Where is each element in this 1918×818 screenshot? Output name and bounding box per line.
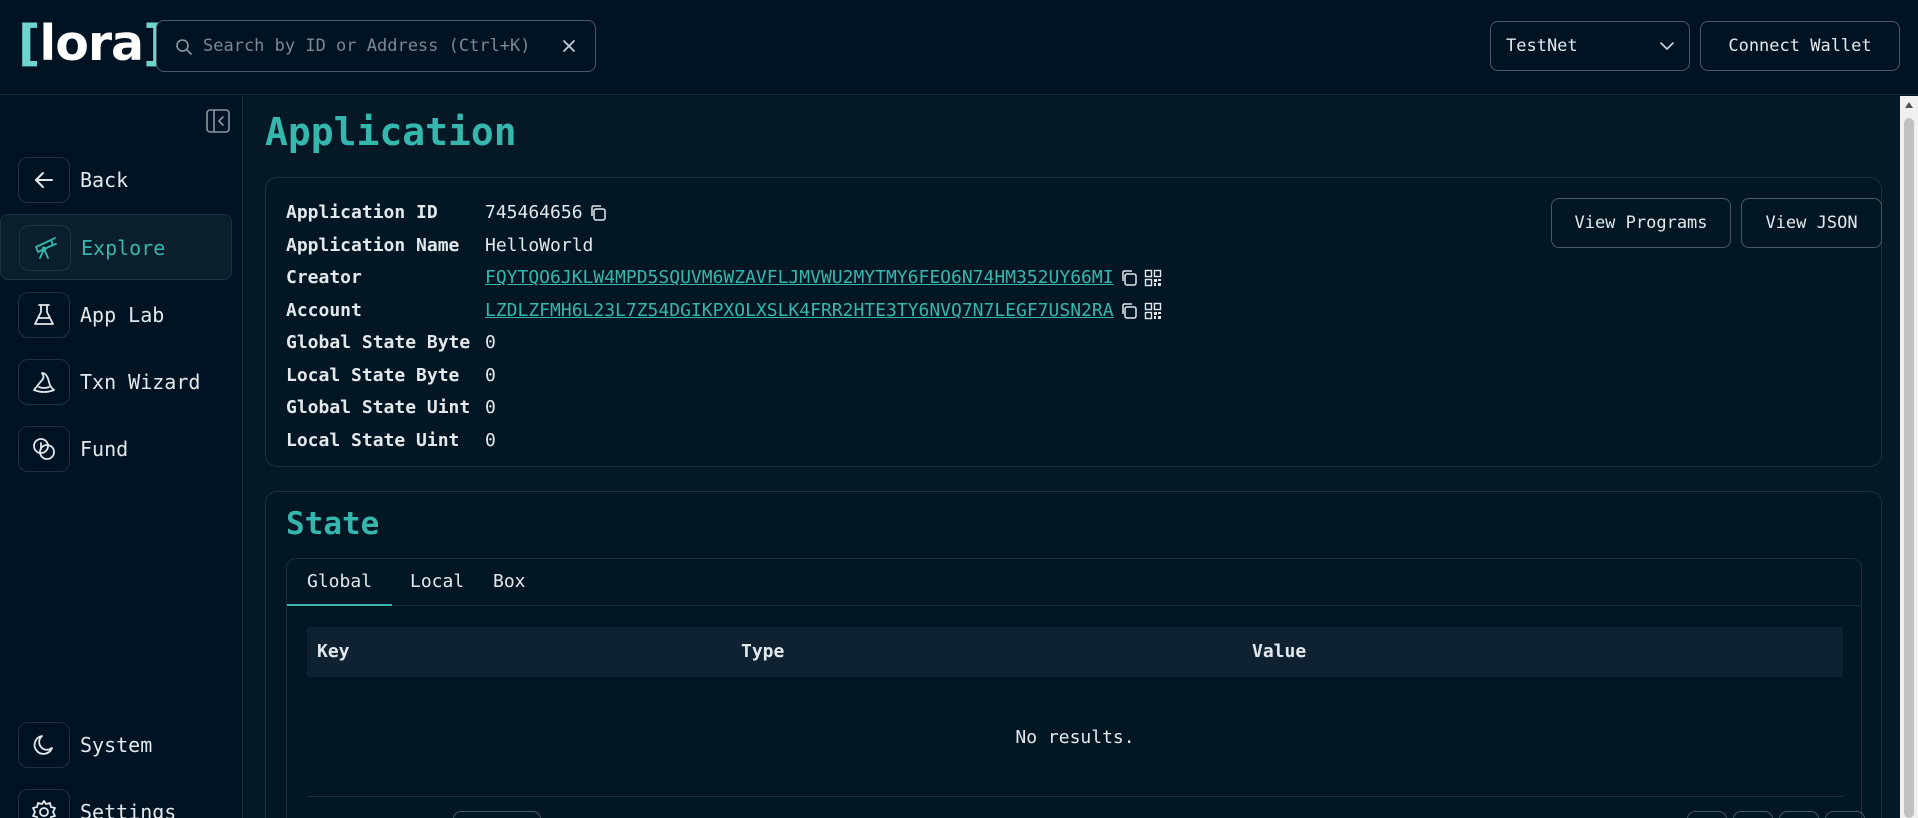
- sidebar-item-label: System: [80, 733, 153, 757]
- column-header-key: Key: [317, 641, 350, 662]
- account-address-link[interactable]: LZDLZFMH6L23L7Z54DGIKPXOLXSLK4FRR2HTE3TY…: [485, 300, 1114, 321]
- logo-bracket-open: [: [18, 15, 40, 72]
- info-key: Global State Uint: [286, 397, 471, 418]
- clear-search-icon[interactable]: [561, 38, 577, 54]
- view-programs-button[interactable]: View Programs: [1551, 198, 1731, 248]
- info-value: HelloWorld: [485, 235, 594, 256]
- sidebar-item-explore[interactable]: Explore: [0, 214, 232, 280]
- empty-state-text: No results.: [1015, 727, 1135, 748]
- state-tabs: Global Local Box Key Type Value No resul…: [286, 558, 1865, 818]
- sidebar: Back Explore App Lab Txn Wizard Fund Sys…: [0, 96, 243, 818]
- state-title: State: [286, 506, 380, 542]
- sidebar-item-system[interactable]: System: [0, 712, 232, 778]
- sidebar-item-settings[interactable]: Settings: [0, 779, 232, 818]
- search-input[interactable]: [203, 21, 543, 71]
- sidebar-item-label: Settings: [80, 800, 177, 818]
- logo-text: lora: [39, 15, 144, 72]
- sidebar-item-label: App Lab: [80, 303, 165, 327]
- sidebar-item-label: Explore: [81, 236, 166, 260]
- sidebar-item-back[interactable]: Back: [0, 147, 232, 213]
- info-key: Application ID: [286, 202, 438, 223]
- info-value: 0: [485, 332, 496, 353]
- network-select-value: TestNet: [1506, 36, 1578, 56]
- empty-state-row: No results.: [307, 677, 1843, 797]
- telescope-icon: [19, 225, 71, 271]
- state-card: State Global Local Box Key Type Value No…: [265, 491, 1882, 818]
- tab-bar: Global Local Box: [287, 559, 1861, 606]
- info-value: 745464656: [485, 202, 607, 223]
- last-page-button[interactable]: [1825, 811, 1865, 818]
- page-size-select[interactable]: [453, 811, 541, 818]
- collapse-sidebar-icon[interactable]: [205, 108, 231, 134]
- view-json-button[interactable]: View JSON: [1741, 198, 1882, 248]
- info-value: FQYTQO6JKLW4MPD5SQUVM6WZAVFLJMVWU2MYTMY6…: [485, 267, 1162, 288]
- tab-local[interactable]: Local: [390, 571, 484, 606]
- scroll-up-arrow-icon[interactable]: [1904, 100, 1914, 110]
- sidebar-item-label: Txn Wizard: [80, 370, 201, 394]
- info-key: Account: [286, 300, 362, 321]
- column-header-value: Value: [1252, 641, 1307, 662]
- tab-global[interactable]: Global: [287, 571, 393, 606]
- application-info-card: Application ID 745464656 Application Nam…: [265, 177, 1882, 467]
- previous-page-button[interactable]: [1733, 811, 1773, 818]
- top-header: [lora] TestNet Connect Wallet: [0, 0, 1918, 95]
- copy-icon[interactable]: [589, 204, 607, 222]
- scrollbar-thumb[interactable]: [1904, 118, 1914, 818]
- info-key: Creator: [286, 267, 362, 288]
- search-icon: [175, 38, 193, 56]
- info-value: LZDLZFMH6L23L7Z54DGIKPXOLXSLK4FRR2HTE3TY…: [485, 300, 1162, 321]
- application-id-value: 745464656: [485, 202, 583, 223]
- page-title: Application: [265, 110, 517, 154]
- chevron-down-icon: [1659, 40, 1675, 52]
- column-header-type: Type: [741, 641, 785, 662]
- network-select[interactable]: TestNet: [1490, 21, 1690, 71]
- copy-icon[interactable]: [1120, 302, 1138, 320]
- qr-code-icon[interactable]: [1144, 269, 1162, 287]
- coins-icon: [18, 426, 70, 472]
- table-header: Key Type Value: [307, 627, 1843, 677]
- lora-logo[interactable]: [lora]: [18, 14, 166, 74]
- moon-icon: [18, 722, 70, 768]
- info-key: Local State Byte: [286, 365, 460, 386]
- vertical-scrollbar[interactable]: [1900, 96, 1918, 818]
- gear-icon: [18, 789, 70, 818]
- info-key: Local State Uint: [286, 430, 460, 451]
- sidebar-item-txn-wizard[interactable]: Txn Wizard: [0, 349, 232, 415]
- copy-icon[interactable]: [1120, 269, 1138, 287]
- qr-code-icon[interactable]: [1144, 302, 1162, 320]
- flask-icon: [18, 292, 70, 338]
- info-key: Application Name: [286, 235, 460, 256]
- wizard-hat-icon: [18, 359, 70, 405]
- connect-wallet-button[interactable]: Connect Wallet: [1700, 21, 1900, 71]
- first-page-button[interactable]: [1687, 811, 1727, 818]
- info-value: 0: [485, 397, 496, 418]
- sidebar-item-label: Back: [80, 168, 129, 192]
- creator-address-link[interactable]: FQYTQO6JKLW4MPD5SQUVM6WZAVFLJMVWU2MYTMY6…: [485, 267, 1114, 288]
- tab-box[interactable]: Box: [473, 571, 546, 606]
- sidebar-item-app-lab[interactable]: App Lab: [0, 282, 232, 348]
- info-value: 0: [485, 430, 496, 451]
- sidebar-item-label: Fund: [80, 437, 129, 461]
- state-table: Key Type Value No results.: [307, 627, 1843, 797]
- info-value: 0: [485, 365, 496, 386]
- sidebar-item-fund[interactable]: Fund: [0, 416, 232, 482]
- main-content: Application Application ID 745464656 App…: [244, 96, 1900, 818]
- info-key: Global State Byte: [286, 332, 471, 353]
- arrow-left-icon: [18, 157, 70, 203]
- search-box[interactable]: [156, 20, 596, 72]
- next-page-button[interactable]: [1779, 811, 1819, 818]
